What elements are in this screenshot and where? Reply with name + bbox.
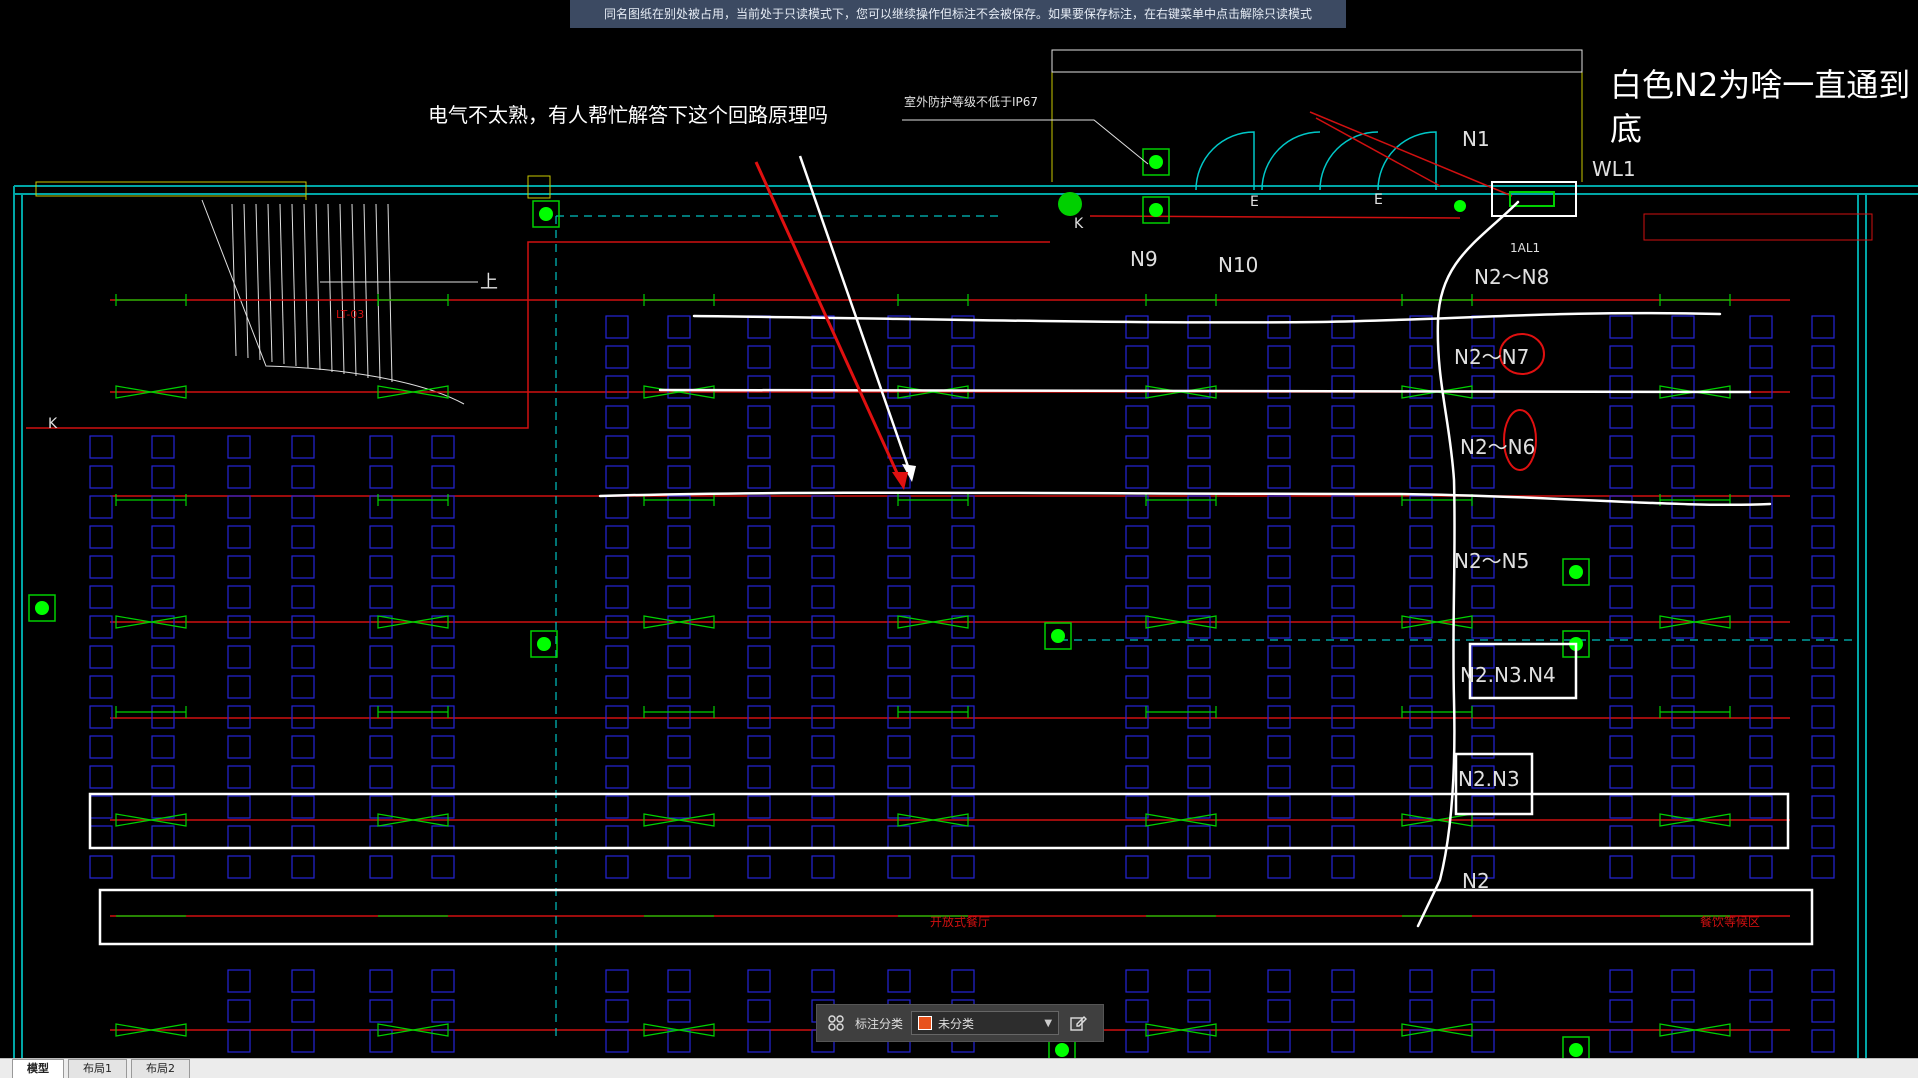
- emergency-light-dot: [35, 601, 49, 615]
- layout-tab-bar: 模型 布局1 布局2: [0, 1058, 1918, 1078]
- tab-model[interactable]: 模型: [12, 1059, 64, 1078]
- question-text: 电气不太熟，有人帮忙解答下这个回路原理吗: [428, 103, 828, 127]
- room-label-1: 开放式餐厅: [930, 914, 990, 929]
- label-1al1: 1AL1: [1510, 241, 1540, 255]
- label-n2: N2: [1462, 869, 1490, 893]
- emergency-light-dot: [537, 637, 551, 651]
- tab-layout1[interactable]: 布局1: [68, 1059, 127, 1078]
- readonly-banner: 同名图纸在别处被占用，当前处于只读模式下，您可以继续操作但标注不会被保存。如果要…: [570, 0, 1346, 28]
- emergency-light-dot: [1569, 1043, 1583, 1057]
- label-n2-n7: N2～N7: [1454, 345, 1529, 369]
- label-n2-n3: N2.N3: [1458, 767, 1520, 791]
- cad-drawing-canvas[interactable]: 电气不太熟，有人帮忙解答下这个回路原理吗 白色N2为啥一直通到 底 室外防护等级…: [0, 0, 1918, 1078]
- label-e1: E: [1250, 194, 1259, 210]
- label-n2-n8: N2～N8: [1474, 265, 1549, 289]
- category-label: 标注分类: [855, 1016, 904, 1031]
- emergency-light-dot: [1569, 565, 1583, 579]
- title-line-2: 底: [1610, 110, 1642, 148]
- label-lt: LT-03: [336, 308, 364, 321]
- junction-dot: [1454, 200, 1466, 212]
- label-wl1: WL1: [1592, 157, 1636, 181]
- tab-layout2[interactable]: 布局2: [131, 1059, 190, 1078]
- label-k1: K: [1074, 216, 1084, 232]
- grid-icon[interactable]: [825, 1012, 847, 1034]
- emergency-light-dot: [1055, 1043, 1069, 1057]
- label-n9: N9: [1130, 247, 1158, 271]
- emergency-light-dot: [1149, 203, 1163, 217]
- label-n2-n6: N2～N6: [1460, 435, 1535, 459]
- label-n2-n5: N2～N5: [1454, 549, 1529, 573]
- room-label-2: 餐饮等候区: [1700, 914, 1760, 929]
- category-color-swatch: [918, 1016, 933, 1030]
- label-k2: K: [48, 416, 58, 432]
- emergency-light-dot: [1149, 155, 1163, 169]
- emergency-light-dot: [1051, 629, 1065, 643]
- emergency-light-dot: [539, 207, 553, 221]
- exit-light: [1058, 192, 1082, 216]
- label-n1: N1: [1462, 127, 1490, 151]
- category-select[interactable]: 未分类 ▼: [911, 1011, 1060, 1035]
- label-up: 上: [480, 272, 498, 293]
- label-n10: N10: [1218, 253, 1258, 277]
- label-e2: E: [1374, 192, 1383, 208]
- chevron-down-icon: ▼: [1044, 1017, 1053, 1029]
- annotation-toolbar: 标注分类 未分类 ▼: [816, 1004, 1104, 1042]
- ip-note: 室外防护等级不低于IP67: [904, 94, 1038, 109]
- label-n2-n3-n4: N2.N3.N4: [1460, 663, 1556, 687]
- category-selected-value: 未分类: [938, 1016, 975, 1031]
- edit-icon[interactable]: [1067, 1012, 1089, 1034]
- title-line-1: 白色N2为啥一直通到: [1610, 66, 1910, 104]
